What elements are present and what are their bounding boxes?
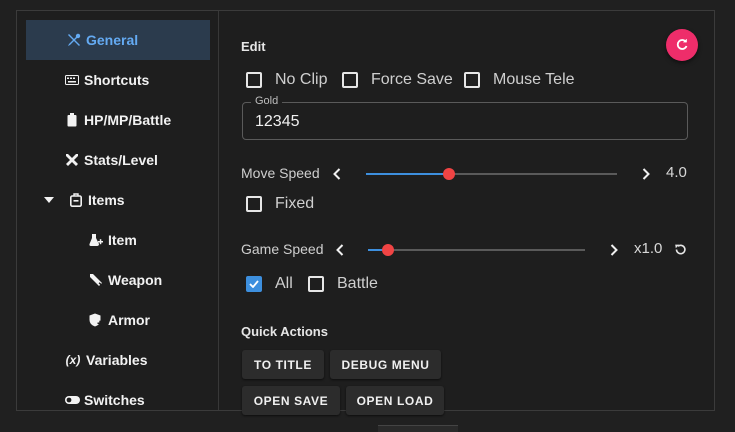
gold-field: Gold (242, 95, 688, 140)
cheat-panel: General Shortcuts HP/MP/Battle Stats/Lev… (16, 10, 715, 415)
sword-icon (88, 272, 104, 288)
battle-label: Battle (337, 275, 378, 292)
sidebar-item-stats-level[interactable]: Stats/Level (64, 140, 158, 180)
crossed-swords-icon (64, 152, 80, 168)
force-save-label: Force Save (371, 71, 453, 88)
sidebar-item-variables[interactable]: (x) Variables (64, 340, 148, 380)
to-title-button[interactable]: TO TITLE (242, 350, 324, 379)
game-speed-value: x1.0 (634, 240, 663, 257)
move-speed-thumb[interactable] (442, 168, 455, 180)
checkbox-box (464, 72, 480, 88)
sidebar-item-general[interactable]: General (26, 20, 210, 60)
gold-input[interactable] (253, 110, 677, 134)
sidebar-item-label: Stats/Level (84, 152, 158, 168)
game-speed-increase[interactable] (606, 242, 622, 258)
checkbox-box (246, 196, 262, 212)
game-speed-reset[interactable] (672, 241, 688, 257)
edit-heading: Edit (241, 39, 266, 54)
battle-checkbox[interactable]: Battle (308, 275, 378, 293)
game-speed-slider[interactable] (368, 244, 585, 256)
debug-menu-button[interactable]: DEBUG MENU (330, 350, 441, 379)
move-speed-slider[interactable] (366, 168, 617, 180)
sidebar-item-shortcuts[interactable]: Shortcuts (64, 60, 149, 100)
sidebar-item-label: Item (108, 232, 137, 248)
move-speed-value: 4.0 (666, 164, 687, 181)
fixed-label: Fixed (275, 195, 315, 212)
gold-field-label: Gold (251, 95, 283, 107)
mouse-tele-checkbox[interactable]: Mouse Tele (464, 71, 575, 89)
move-speed-label: Move Speed (241, 165, 320, 181)
quick-actions-heading: Quick Actions (241, 324, 328, 339)
chevron-left-icon (336, 244, 344, 256)
refresh-button[interactable] (666, 29, 698, 61)
chevron-down-icon (41, 192, 57, 208)
potion-icon (88, 232, 104, 248)
open-save-button[interactable]: OPEN SAVE (242, 386, 340, 415)
checkbox-box-checked (246, 276, 262, 292)
fixed-checkbox[interactable]: Fixed (246, 195, 314, 213)
shield-plus-icon (88, 312, 104, 328)
sidebar-item-label: Shortcuts (84, 72, 150, 88)
move-speed-increase[interactable] (638, 166, 654, 182)
sidebar-item-weapon[interactable]: Weapon (88, 260, 162, 300)
bag-icon (68, 192, 84, 208)
battery-icon (64, 112, 80, 128)
game-speed-label: Game Speed (241, 241, 324, 257)
sidebar-item-item[interactable]: Item (88, 220, 137, 260)
chevron-right-icon (610, 244, 618, 256)
reset-icon (674, 244, 686, 255)
force-save-checkbox[interactable]: Force Save (342, 71, 453, 89)
all-checkbox[interactable]: All (246, 275, 293, 293)
toggle-icon (64, 392, 80, 408)
move-speed-decrease[interactable] (329, 166, 345, 182)
sidebar-item-armor[interactable]: Armor (88, 300, 150, 340)
sidebar-item-label: Items (88, 192, 125, 208)
game-speed-decrease[interactable] (332, 242, 348, 258)
checkbox-box (246, 72, 262, 88)
sidebar: General Shortcuts HP/MP/Battle Stats/Lev… (17, 11, 219, 410)
mouse-tele-label: Mouse Tele (493, 71, 575, 88)
sidebar-item-items[interactable]: Items (41, 180, 125, 220)
open-load-button[interactable]: OPEN LOAD (346, 386, 444, 415)
chevron-right-icon (642, 168, 650, 180)
keyboard-icon (64, 72, 80, 88)
tools-icon (66, 32, 82, 48)
no-clip-label: No Clip (275, 71, 328, 88)
sidebar-item-label: General (86, 32, 139, 48)
sidebar-item-label: Armor (108, 312, 151, 328)
sidebar-item-label: Variables (86, 352, 148, 368)
checkbox-box (308, 276, 324, 292)
sidebar-item-hp-mp-battle[interactable]: HP/MP/Battle (64, 100, 171, 140)
move-speed-fill (366, 173, 449, 175)
sidebar-item-label: HP/MP/Battle (84, 112, 172, 128)
checkbox-box (342, 72, 358, 88)
sidebar-item-switches[interactable]: Switches (64, 380, 145, 410)
game-speed-thumb[interactable] (381, 244, 394, 256)
sidebar-item-label: Switches (84, 392, 145, 408)
all-label: All (275, 275, 293, 292)
chevron-left-icon (333, 168, 341, 180)
no-clip-checkbox[interactable]: No Clip (246, 71, 327, 89)
variable-icon: (x) (65, 353, 81, 367)
checkmark-icon (249, 280, 259, 288)
sidebar-item-label: Weapon (108, 272, 163, 288)
refresh-icon (676, 39, 688, 50)
main-content: Edit No Clip Force Save Mouse Tele Gold … (219, 11, 714, 415)
